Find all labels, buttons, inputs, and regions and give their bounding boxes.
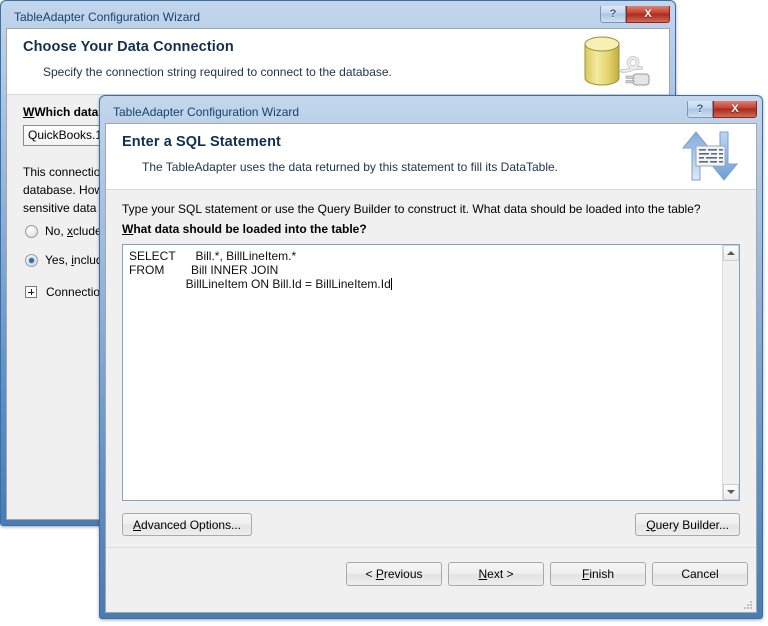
scroll-up-arrow-icon[interactable] — [723, 245, 739, 261]
connection-description-line-2: database. How — [23, 183, 104, 197]
foreground-window-controls: ? X — [687, 101, 757, 118]
background-page-title: Choose Your Data Connection — [23, 39, 234, 55]
finish-button[interactable]: Finish — [550, 562, 646, 586]
sql-statement-textarea[interactable]: SELECT Bill.*, BillLineItem.* FROM Bill … — [122, 244, 740, 501]
sql-instruction-text: Type your SQL statement or use the Query… — [122, 202, 701, 216]
text-caret — [390, 278, 392, 290]
finish-label: inish — [589, 567, 615, 581]
scroll-down-arrow-icon[interactable] — [723, 484, 739, 500]
background-window-titlebar[interactable]: TableAdapter Configuration Wizard ? X — [6, 6, 670, 28]
foreground-window-tableadapter-wizard[interactable]: TableAdapter Configuration Wizard ? X En… — [99, 95, 763, 619]
foreground-wizard-body: Type your SQL statement or use the Query… — [106, 190, 756, 612]
advanced-options-button[interactable]: Advanced Options... — [122, 513, 253, 536]
query-builder-accel: Q — [646, 517, 656, 532]
background-page-subtitle: Specify the connection string required t… — [43, 65, 392, 79]
connection-description-line-1: This connectio — [23, 165, 101, 179]
next-accel: N — [478, 567, 488, 581]
next-label: ext > — [487, 567, 514, 581]
radio-include-sensitive-data[interactable]: Yes, includ — [25, 253, 103, 267]
sql-field-label: What data should be loaded into the tabl… — [122, 222, 367, 236]
radio-button-indicator-selected[interactable] — [25, 253, 38, 267]
advanced-options-label: dvanced Options... — [141, 517, 242, 532]
wizard-navigation-bar: < Previous Next > Finish Cancel — [106, 548, 756, 612]
foreground-window-title: TableAdapter Configuration Wizard — [113, 105, 300, 119]
previous-label: revious — [383, 567, 423, 581]
connection-string-expander[interactable]: Connectio — [25, 285, 100, 299]
resize-grip-icon[interactable] — [743, 600, 753, 610]
sql-field-label-text: hat data should be loaded into the table… — [133, 222, 367, 236]
radio-include-label: Yes, includ — [45, 253, 103, 267]
foreground-window-titlebar[interactable]: TableAdapter Configuration Wizard ? X — [105, 101, 757, 123]
query-builder-button[interactable]: Query Builder... — [635, 513, 740, 536]
query-builder-label: uery Builder... — [655, 517, 729, 532]
background-window-controls: ? X — [600, 6, 670, 23]
connection-description-line-3: sensitive data — [23, 201, 97, 215]
previous-button[interactable]: < Previous — [346, 562, 442, 586]
previous-accel: P — [375, 567, 384, 581]
which-connection-accel: W — [23, 105, 35, 119]
database-connection-icon — [577, 34, 655, 95]
plus-expander-icon[interactable] — [25, 286, 37, 298]
background-window-title: TableAdapter Configuration Wizard — [14, 10, 201, 24]
sql-transfer-arrows-icon — [678, 128, 742, 189]
help-button[interactable]: ? — [687, 101, 713, 118]
page-subtitle: The TableAdapter uses the data returned … — [142, 160, 559, 174]
sql-field-label-accel: W — [122, 222, 134, 236]
advanced-options-accel: A — [133, 517, 142, 532]
sql-statement-text[interactable]: SELECT Bill.*, BillLineItem.* FROM Bill … — [123, 245, 722, 500]
sql-statement-value: SELECT Bill.*, BillLineItem.* FROM Bill … — [129, 249, 391, 291]
screen: TableAdapter Configuration Wizard ? X Ch… — [0, 0, 768, 626]
radio-exclude-sensitive-data[interactable]: No, xclude — [25, 224, 102, 238]
foreground-wizard-header: Enter a SQL Statement The TableAdapter u… — [106, 124, 756, 190]
connection-string-expander-label: Connectio — [46, 285, 101, 299]
close-button[interactable]: X — [626, 6, 670, 23]
close-button[interactable]: X — [713, 101, 757, 118]
cancel-button[interactable]: Cancel — [652, 562, 748, 586]
next-button[interactable]: Next > — [448, 562, 544, 586]
sql-vertical-scrollbar[interactable] — [722, 245, 739, 500]
background-wizard-header: Choose Your Data Connection Specify the … — [7, 29, 669, 95]
help-button[interactable]: ? — [600, 6, 626, 23]
radio-exclude-label: No, xclude — [45, 224, 102, 238]
foreground-window-client: Enter a SQL Statement The TableAdapter u… — [105, 123, 757, 613]
page-title: Enter a SQL Statement — [122, 134, 281, 150]
radio-button-indicator[interactable] — [25, 224, 38, 238]
finish-accel: F — [581, 567, 590, 581]
